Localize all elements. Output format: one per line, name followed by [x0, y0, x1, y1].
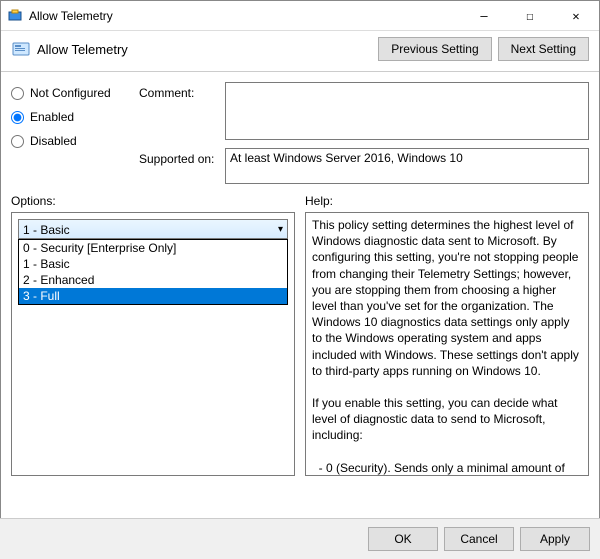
cancel-button[interactable]: Cancel — [444, 527, 514, 551]
radio-not-configured[interactable]: Not Configured — [11, 86, 131, 100]
options-label: Options: — [11, 194, 295, 208]
minimize-button[interactable]: — — [461, 1, 507, 31]
previous-setting-button[interactable]: Previous Setting — [378, 37, 491, 61]
comment-label: Comment: — [139, 82, 219, 140]
radio-disabled-input[interactable] — [11, 135, 24, 148]
dialog-button-bar: OK Cancel Apply — [0, 518, 600, 559]
radio-enabled-label: Enabled — [30, 110, 74, 124]
options-panel: 1 - Basic 0 - Security [Enterprise Only]… — [11, 212, 295, 476]
titlebar: Allow Telemetry — ☐ ✕ — [1, 1, 599, 31]
dropdown-item[interactable]: 1 - Basic — [19, 256, 287, 272]
options-column: Options: 1 - Basic 0 - Security [Enterpr… — [11, 194, 295, 476]
help-label: Help: — [305, 194, 589, 208]
ok-button[interactable]: OK — [368, 527, 438, 551]
radio-not-configured-label: Not Configured — [30, 86, 111, 100]
help-text[interactable]: This policy setting determines the highe… — [305, 212, 589, 476]
dropdown-item[interactable]: 3 - Full — [19, 288, 287, 304]
telemetry-level-dropdown[interactable]: 0 - Security [Enterprise Only]1 - Basic2… — [18, 239, 288, 305]
policy-header: Allow Telemetry Previous Setting Next Se… — [1, 31, 599, 72]
dropdown-item[interactable]: 0 - Security [Enterprise Only] — [19, 240, 287, 256]
details-columns: Options: 1 - Basic 0 - Security [Enterpr… — [1, 188, 599, 476]
radio-disabled-label: Disabled — [30, 134, 77, 148]
state-radio-group: Not Configured Enabled Disabled — [11, 82, 131, 184]
policy-icon — [11, 39, 31, 59]
window-controls: — ☐ ✕ — [461, 1, 599, 30]
help-column: Help: This policy setting determines the… — [305, 194, 589, 476]
supported-on-value: At least Windows Server 2016, Windows 10 — [225, 148, 589, 184]
radio-enabled-input[interactable] — [11, 111, 24, 124]
radio-not-configured-input[interactable] — [11, 87, 24, 100]
supported-on-label: Supported on: — [139, 148, 219, 184]
telemetry-level-combo[interactable]: 1 - Basic — [18, 219, 288, 239]
maximize-button[interactable]: ☐ — [507, 1, 553, 31]
config-area: Not Configured Enabled Disabled Comment:… — [1, 72, 599, 188]
radio-disabled[interactable]: Disabled — [11, 134, 131, 148]
close-button[interactable]: ✕ — [553, 1, 599, 31]
next-setting-button[interactable]: Next Setting — [498, 37, 589, 61]
window-title: Allow Telemetry — [29, 9, 461, 23]
policy-title: Allow Telemetry — [37, 42, 378, 57]
comment-input[interactable] — [225, 82, 589, 140]
apply-button[interactable]: Apply — [520, 527, 590, 551]
app-icon — [7, 8, 23, 24]
radio-enabled[interactable]: Enabled — [11, 110, 131, 124]
dropdown-item[interactable]: 2 - Enhanced — [19, 272, 287, 288]
